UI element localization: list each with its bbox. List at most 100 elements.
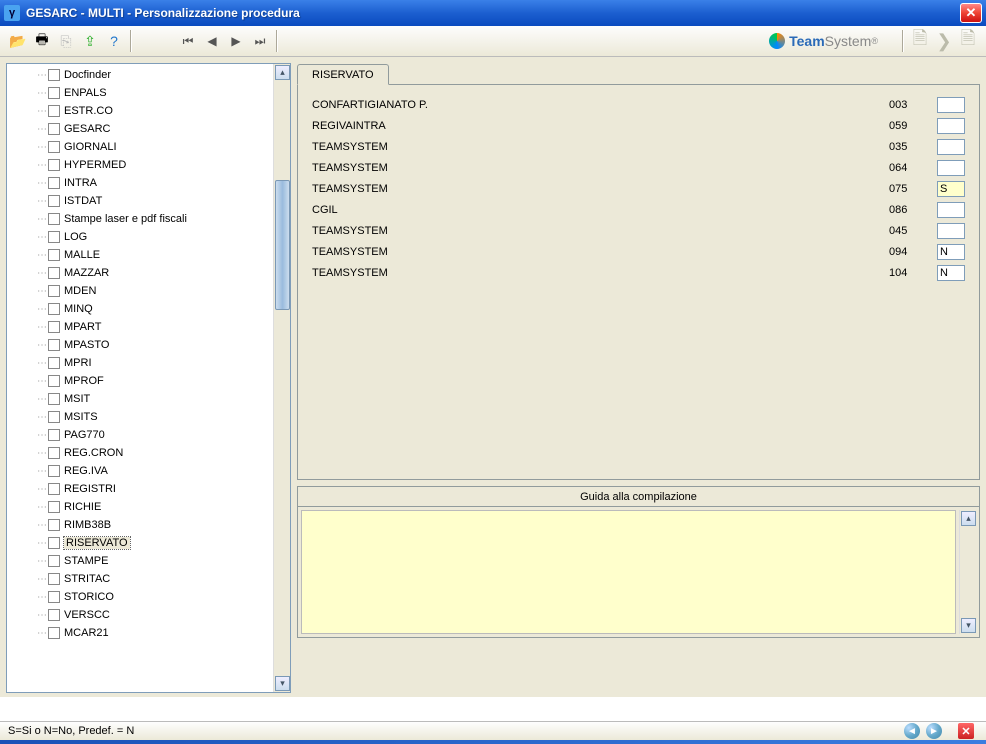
tree-item[interactable]: ⋯MPART <box>37 318 290 336</box>
tree-item[interactable]: ⋯MALLE <box>37 246 290 264</box>
tree-checkbox[interactable] <box>48 249 60 261</box>
doc2-icon[interactable]: 🗎 <box>957 30 979 52</box>
tree-item[interactable]: ⋯INTRA <box>37 174 290 192</box>
nav-last-icon[interactable]: ⏭ <box>249 30 271 52</box>
tree-checkbox[interactable] <box>48 501 60 513</box>
tree-checkbox[interactable] <box>48 411 60 423</box>
data-row-input[interactable] <box>937 265 965 281</box>
tree-item[interactable]: ⋯ISTDAT <box>37 192 290 210</box>
data-row-input[interactable] <box>937 118 965 134</box>
print-icon[interactable]: 🖶 <box>31 30 53 52</box>
tree-item[interactable]: ⋯MDEN <box>37 282 290 300</box>
guide-textarea[interactable] <box>301 510 956 634</box>
status-exit-button[interactable]: ✕ <box>958 723 974 739</box>
tree-item[interactable]: ⋯STRITAC <box>37 570 290 588</box>
scroll-down-icon[interactable]: ▾ <box>961 618 976 633</box>
tree-item[interactable]: ⋯RICHIE <box>37 498 290 516</box>
tree-item[interactable]: ⋯Stampe laser e pdf fiscali <box>37 210 290 228</box>
open-icon[interactable]: 📂 <box>7 30 29 52</box>
tree-checkbox[interactable] <box>48 447 60 459</box>
tree-checkbox[interactable] <box>48 429 60 441</box>
tree-checkbox[interactable] <box>48 393 60 405</box>
tree-item[interactable]: ⋯RISERVATO <box>37 534 290 552</box>
tree-item[interactable]: ⋯ENPALS <box>37 84 290 102</box>
tree-item[interactable]: ⋯REG.IVA <box>37 462 290 480</box>
tree-item[interactable]: ⋯MPASTO <box>37 336 290 354</box>
tree-item[interactable]: ⋯ESTR.CO <box>37 102 290 120</box>
copy-icon[interactable]: ⎘ <box>55 30 77 52</box>
tree-item[interactable]: ⋯Docfinder <box>37 66 290 84</box>
tree-checkbox[interactable] <box>48 627 60 639</box>
window-close-button[interactable]: ✕ <box>960 3 982 23</box>
tree-checkbox[interactable] <box>48 465 60 477</box>
tree-checkbox[interactable] <box>48 303 60 315</box>
data-row-input[interactable] <box>937 139 965 155</box>
tree-checkbox[interactable] <box>48 69 60 81</box>
forward-icon[interactable]: ❯ <box>933 30 955 52</box>
tree-checkbox[interactable] <box>48 519 60 531</box>
tree-checkbox[interactable] <box>48 195 60 207</box>
scroll-thumb[interactable] <box>275 180 290 310</box>
scroll-down-icon[interactable]: ▾ <box>275 676 290 691</box>
export-icon[interactable]: ⇪ <box>79 30 101 52</box>
tab-riservato[interactable]: RISERVATO <box>297 64 389 85</box>
data-row-input[interactable] <box>937 202 965 218</box>
tree-item[interactable]: ⋯MCAR21 <box>37 624 290 642</box>
tree-connector-icon: ⋯ <box>37 250 46 261</box>
tree-checkbox[interactable] <box>48 177 60 189</box>
tree-checkbox[interactable] <box>48 573 60 585</box>
guide-scrollbar[interactable]: ▴ ▾ <box>959 510 976 634</box>
tree-checkbox[interactable] <box>48 141 60 153</box>
status-next-button[interactable]: ► <box>926 723 942 739</box>
nav-prev-icon[interactable]: ◀ <box>201 30 223 52</box>
tree-item[interactable]: ⋯REG.CRON <box>37 444 290 462</box>
tree-item[interactable]: ⋯RIMB38B <box>37 516 290 534</box>
data-row-input[interactable] <box>937 97 965 113</box>
tree-checkbox[interactable] <box>48 105 60 117</box>
help-icon[interactable]: ? <box>103 30 125 52</box>
tree-item[interactable]: ⋯MPRI <box>37 354 290 372</box>
tree-item[interactable]: ⋯LOG <box>37 228 290 246</box>
scroll-up-icon[interactable]: ▴ <box>275 65 290 80</box>
tree-checkbox[interactable] <box>48 537 60 549</box>
tree-item[interactable]: ⋯PAG770 <box>37 426 290 444</box>
tree-checkbox[interactable] <box>48 285 60 297</box>
tree-item[interactable]: ⋯MSITS <box>37 408 290 426</box>
tree-item[interactable]: ⋯REGISTRI <box>37 480 290 498</box>
tree-checkbox[interactable] <box>48 123 60 135</box>
scroll-up-icon[interactable]: ▴ <box>961 511 976 526</box>
tree-checkbox[interactable] <box>48 159 60 171</box>
tree-checkbox[interactable] <box>48 321 60 333</box>
tree-item[interactable]: ⋯VERSCC <box>37 606 290 624</box>
tree-item[interactable]: ⋯STAMPE <box>37 552 290 570</box>
tree-checkbox[interactable] <box>48 591 60 603</box>
tree-checkbox[interactable] <box>48 87 60 99</box>
tree-checkbox[interactable] <box>48 339 60 351</box>
tree-checkbox[interactable] <box>48 231 60 243</box>
status-prev-button[interactable]: ◄ <box>904 723 920 739</box>
tree-checkbox[interactable] <box>48 213 60 225</box>
data-row-input[interactable] <box>937 223 965 239</box>
nav-first-icon[interactable]: ⏮ <box>177 30 199 52</box>
tree-item[interactable]: ⋯MPROF <box>37 372 290 390</box>
tree-item[interactable]: ⋯GIORNALI <box>37 138 290 156</box>
tree-checkbox[interactable] <box>48 483 60 495</box>
tree-checkbox[interactable] <box>48 375 60 387</box>
tree-item[interactable]: ⋯HYPERMED <box>37 156 290 174</box>
tree-item[interactable]: ⋯STORICO <box>37 588 290 606</box>
tree-item[interactable]: ⋯MINQ <box>37 300 290 318</box>
tree-item[interactable]: ⋯MAZZAR <box>37 264 290 282</box>
data-row-input[interactable] <box>937 160 965 176</box>
tree-checkbox[interactable] <box>48 357 60 369</box>
tree-scrollbar[interactable]: ▴ ▾ <box>273 64 290 692</box>
data-row-input[interactable] <box>937 181 965 197</box>
data-row-input[interactable] <box>937 244 965 260</box>
tree-checkbox[interactable] <box>48 555 60 567</box>
doc-icon[interactable]: 🗎 <box>909 30 931 52</box>
nav-next-icon[interactable]: ▶ <box>225 30 247 52</box>
tree-item-label: REG.IVA <box>64 465 108 477</box>
tree-checkbox[interactable] <box>48 609 60 621</box>
tree-item[interactable]: ⋯GESARC <box>37 120 290 138</box>
tree-item[interactable]: ⋯MSIT <box>37 390 290 408</box>
tree-checkbox[interactable] <box>48 267 60 279</box>
